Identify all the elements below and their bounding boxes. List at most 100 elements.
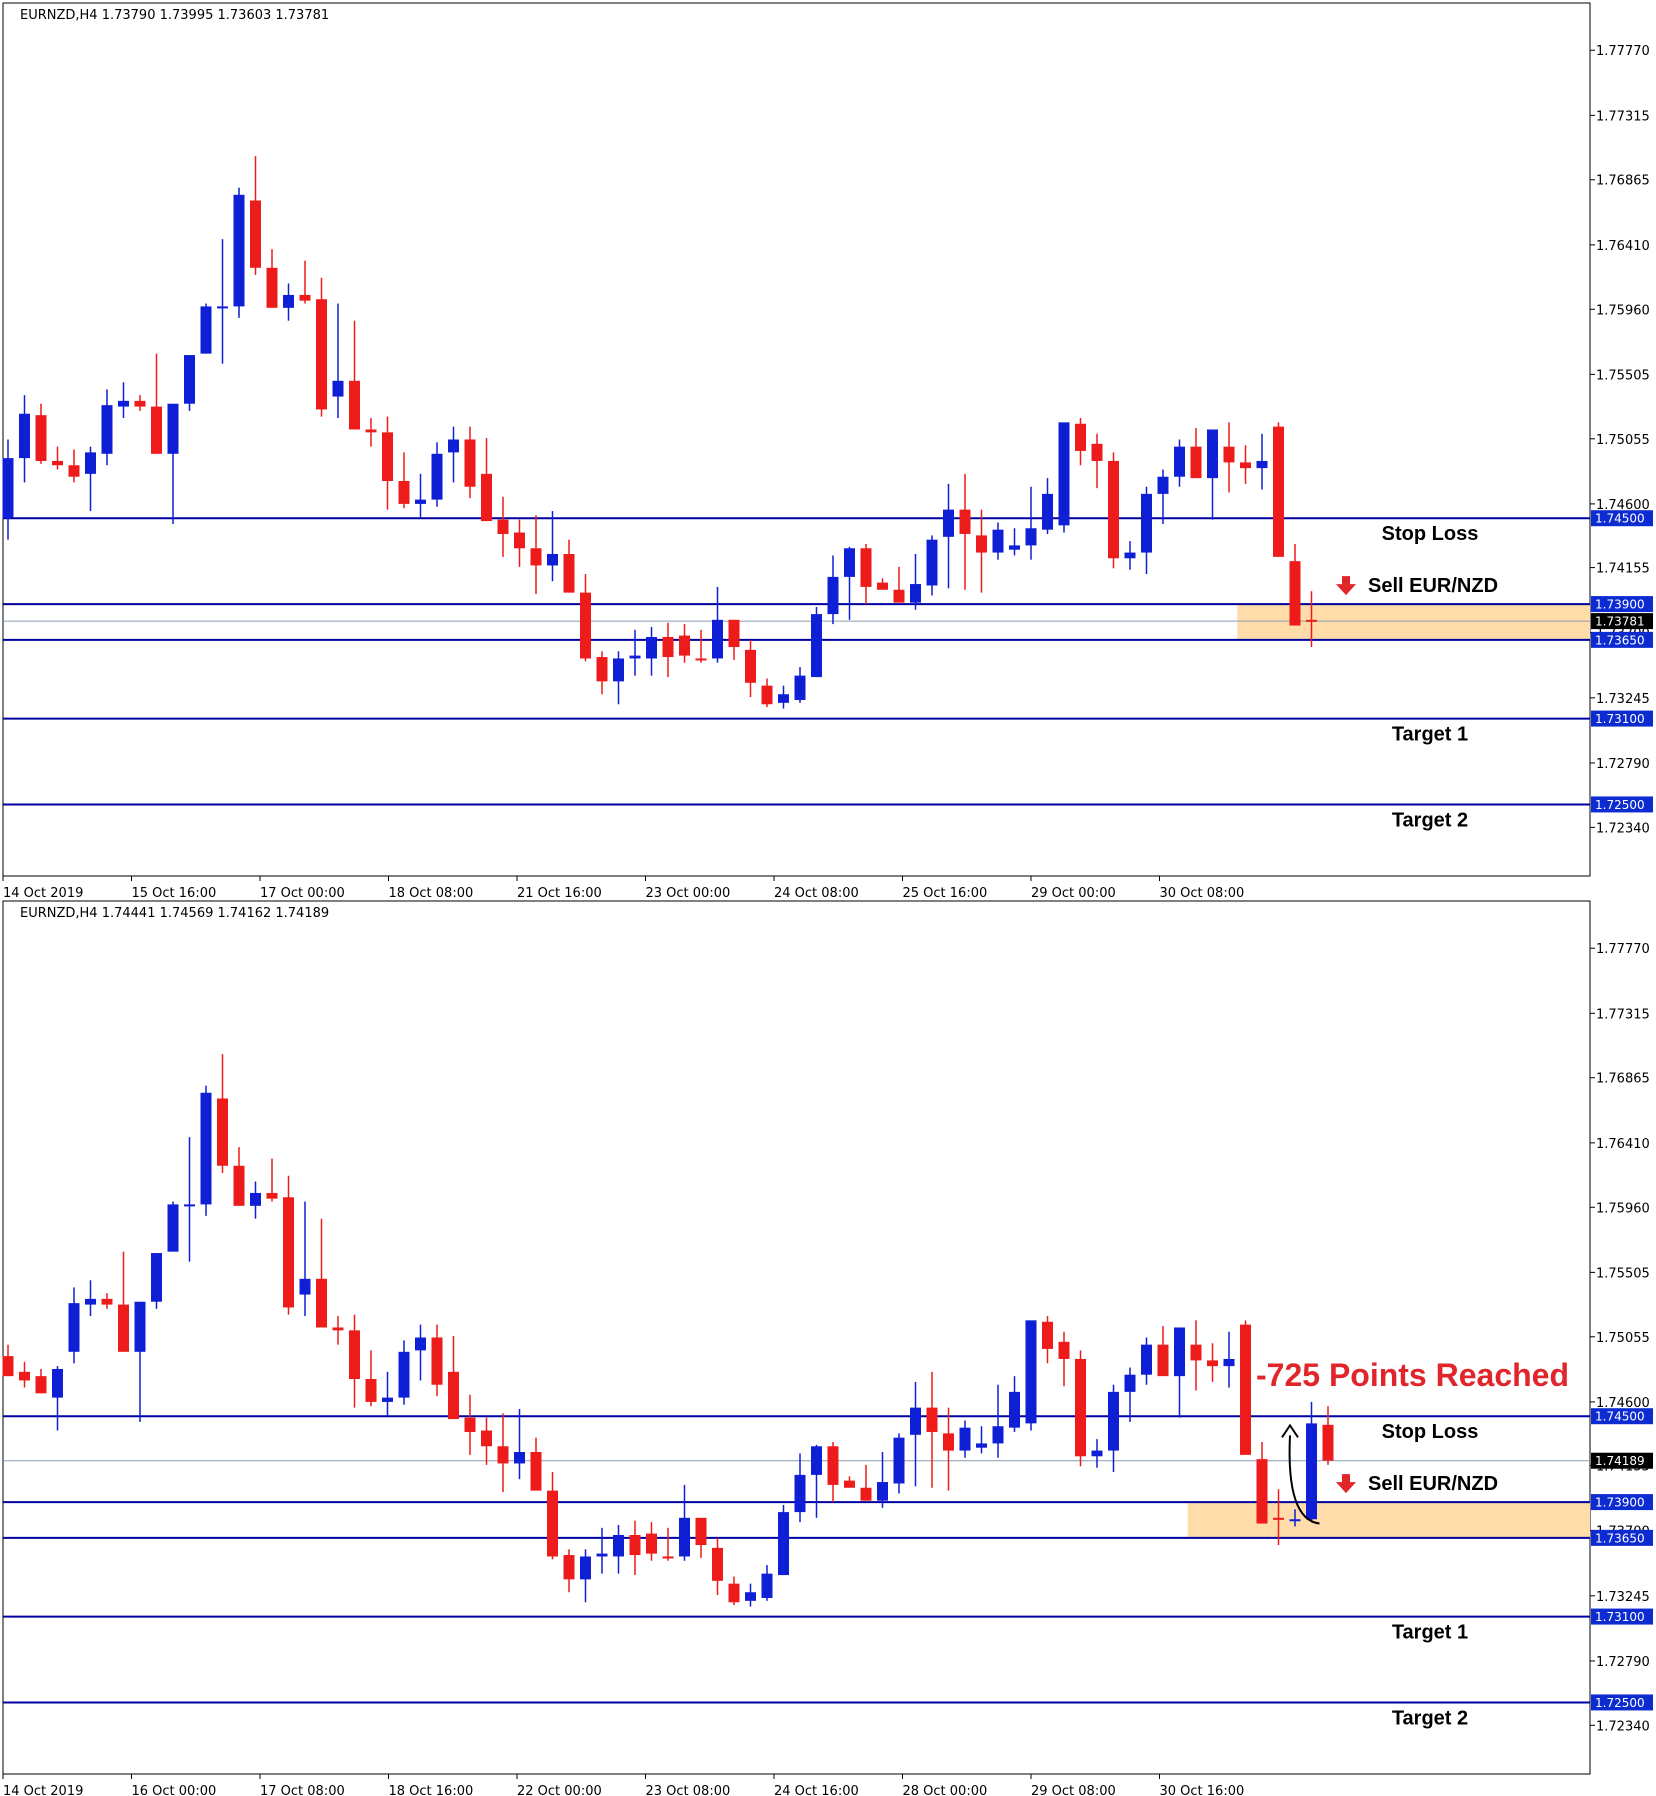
candle-body	[596, 1553, 608, 1557]
x-tick-label: 17 Oct 08:00	[260, 1784, 345, 1796]
candle-body	[1223, 446, 1235, 463]
candle-body	[332, 380, 344, 397]
x-tick-label: 30 Oct 08:00	[1160, 886, 1245, 898]
level-annotation: Target 2	[1392, 809, 1468, 831]
candle-body	[1042, 493, 1053, 530]
candle-body	[860, 548, 872, 587]
candle-body	[712, 619, 723, 659]
candle-body	[877, 1482, 888, 1501]
candle-body	[151, 406, 162, 454]
candle-body	[761, 1573, 773, 1598]
candle-body	[580, 592, 591, 659]
candle-body	[1009, 1391, 1020, 1428]
candle-body	[959, 509, 971, 534]
x-tick-label: 22 Oct 00:00	[517, 1784, 602, 1796]
candle-body	[217, 306, 228, 309]
candle-body	[1190, 446, 1202, 479]
candle-body	[794, 1474, 806, 1513]
candle-body	[19, 413, 30, 459]
level-annotation: Target 1	[1392, 1622, 1468, 1644]
candle-body	[85, 1298, 96, 1305]
candle-body	[1256, 460, 1268, 469]
y-tick-label: 1.77315	[1596, 109, 1650, 124]
level-annotation: Stop Loss	[1382, 1421, 1479, 1443]
candle-body	[530, 548, 542, 566]
x-tick-label: 25 Oct 16:00	[903, 886, 988, 898]
candle-body	[349, 1330, 360, 1380]
candle-body	[35, 1376, 47, 1394]
candle-body	[250, 1192, 261, 1206]
candle-body	[266, 267, 278, 308]
x-tick-label: 16 Oct 00:00	[132, 1784, 217, 1796]
candle-body	[68, 465, 80, 477]
candle-body	[1141, 493, 1152, 553]
x-tick-label: 14 Oct 2019	[3, 1784, 83, 1796]
candle-body	[679, 1517, 690, 1557]
sell-annotation: Sell EUR/NZD	[1368, 1473, 1498, 1495]
chart-title: EURNZD,H4 1.73790 1.73995 1.73603 1.7378…	[20, 8, 329, 23]
level-price-label: 1.74500	[1595, 512, 1645, 526]
candle-body	[1091, 443, 1103, 461]
level-price-label: 1.73650	[1595, 1531, 1645, 1545]
candle-body	[794, 675, 806, 700]
candle-body	[811, 1446, 822, 1475]
candle-body	[217, 1098, 228, 1166]
candle-body	[827, 1446, 839, 1485]
candle-body	[1256, 1459, 1268, 1524]
level-price-label: 1.73100	[1595, 712, 1645, 726]
candle-body	[646, 636, 657, 659]
candle-body	[118, 1304, 129, 1352]
candle-body	[299, 1278, 311, 1295]
candle-body	[728, 619, 740, 648]
candle-body	[1075, 423, 1086, 451]
x-tick-label: 14 Oct 2019	[3, 886, 83, 898]
candle-body	[844, 1480, 855, 1488]
level-annotation: Stop Loss	[1382, 523, 1479, 545]
x-tick-label: 29 Oct 08:00	[1031, 1784, 1116, 1796]
chart-panel-bottom: 1.77770 1.77315 1.76865 1.76410 1.75960 1.755…	[0, 898, 1656, 1796]
y-tick-label: 1.75960	[1596, 303, 1650, 318]
candle-body	[629, 655, 641, 659]
candle-body	[728, 1583, 740, 1603]
candle-body	[448, 439, 459, 453]
x-tick-label: 24 Oct 08:00	[774, 886, 859, 898]
candle-body	[52, 1368, 63, 1398]
candle-body	[976, 535, 987, 553]
x-tick-label: 28 Oct 00:00	[903, 1784, 988, 1796]
candle-body	[893, 1437, 905, 1484]
x-tick-label: 29 Oct 00:00	[1031, 886, 1116, 898]
candle-body	[200, 306, 212, 354]
candle-body	[1306, 1423, 1317, 1520]
candle-body	[745, 649, 756, 683]
y-tick-label: 1.76410	[1596, 239, 1650, 254]
candle-body	[1042, 1321, 1053, 1349]
candlestick-chart-bottom: 1.77770 1.77315 1.76865 1.76410 1.75960 1.755…	[2, 900, 1653, 1796]
y-tick-label: 1.72340	[1596, 1719, 1650, 1734]
candle-body	[1157, 476, 1169, 494]
level-price-label: 1.72500	[1595, 798, 1645, 812]
plot-frame	[2, 900, 1591, 1775]
candle-body	[1240, 1324, 1251, 1455]
current-price-label: 1.74189	[1595, 1454, 1645, 1468]
x-tick-label: 23 Oct 00:00	[646, 886, 731, 898]
candle-body	[860, 1487, 872, 1501]
candle-body	[679, 635, 690, 656]
candle-body	[35, 415, 47, 461]
candle-body	[745, 1592, 756, 1601]
candle-body	[992, 529, 1004, 553]
candle-body	[563, 1555, 575, 1580]
candle-body	[1058, 1341, 1070, 1359]
candle-body	[101, 405, 113, 454]
current-price-label: 1.73781	[1595, 615, 1645, 629]
y-tick-label: 1.77770	[1596, 44, 1650, 59]
x-tick-label: 21 Oct 16:00	[517, 886, 602, 898]
candle-body	[811, 614, 822, 678]
candle-body	[596, 657, 608, 682]
candle-body	[1058, 422, 1070, 526]
candle-body	[1157, 1344, 1169, 1377]
candle-body	[761, 685, 773, 705]
candle-body	[481, 473, 492, 522]
candle-body	[497, 519, 509, 534]
candle-body	[184, 1204, 195, 1207]
candle-body	[1306, 619, 1317, 622]
